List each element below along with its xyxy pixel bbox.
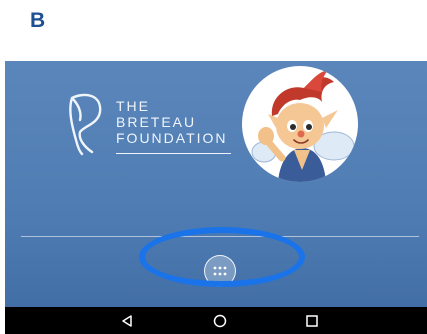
recents-square-icon — [306, 315, 318, 327]
breteau-foundation-logo: THE BRETEAU FOUNDATION — [62, 90, 238, 166]
logo-line-breteau: BRETEAU — [116, 114, 197, 130]
logo-underline — [116, 153, 231, 154]
home-divider-line — [21, 236, 419, 237]
android-home-screen: THE BRETEAU FOUNDATION — [5, 61, 427, 334]
app-drawer-grid-icon — [213, 266, 227, 276]
recents-button[interactable] — [303, 312, 321, 330]
app-drawer-button[interactable] — [204, 255, 236, 287]
back-triangle-icon — [122, 315, 132, 327]
logo-line-foundation: FOUNDATION — [116, 130, 228, 146]
mascot-illustration — [251, 70, 355, 182]
android-navigation-bar — [5, 307, 427, 334]
logo-text: THE BRETEAU FOUNDATION — [116, 98, 228, 146]
panel-label: B — [30, 9, 46, 32]
home-circle-icon — [213, 314, 227, 328]
back-button[interactable] — [118, 312, 136, 330]
home-button[interactable] — [211, 312, 229, 330]
fairy-mascot-avatar — [242, 66, 358, 182]
logo-line-the: THE — [116, 98, 150, 114]
breteau-logo-icon — [69, 93, 102, 156]
figure-page: B THE BRETEAU FOUNDATION — [0, 0, 427, 334]
